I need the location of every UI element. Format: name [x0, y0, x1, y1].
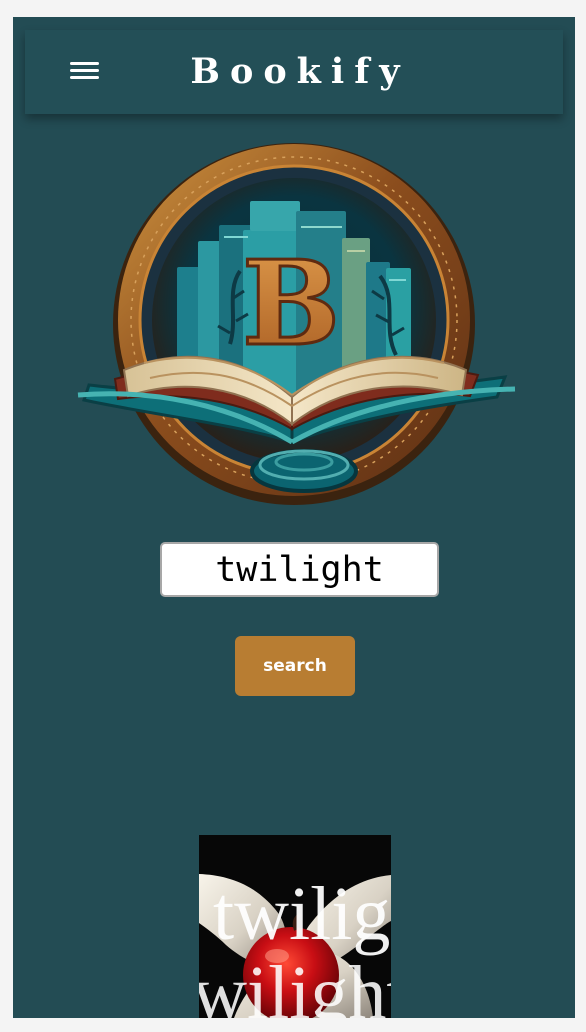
- bookify-logo: B: [66, 139, 526, 517]
- search-button[interactable]: search: [235, 636, 355, 696]
- search-input[interactable]: [160, 542, 439, 597]
- cover-title-text: twilight: [213, 872, 391, 956]
- top-bar: Bookify: [25, 30, 563, 114]
- twilight-book-cover: twilight twilight: [199, 835, 391, 1018]
- app-shell: Bookify B twilight search twilig wiligh: [13, 17, 575, 1018]
- logo-letter: B: [242, 236, 340, 372]
- book-result-card[interactable]: twilight twilight: [199, 835, 391, 1018]
- cover-title-repeat-text: twilight: [199, 951, 391, 1018]
- app-title: Bookify: [190, 51, 410, 92]
- logo-letter-b: B: [240, 235, 341, 374]
- bookify-logo-svg: B: [77, 143, 516, 505]
